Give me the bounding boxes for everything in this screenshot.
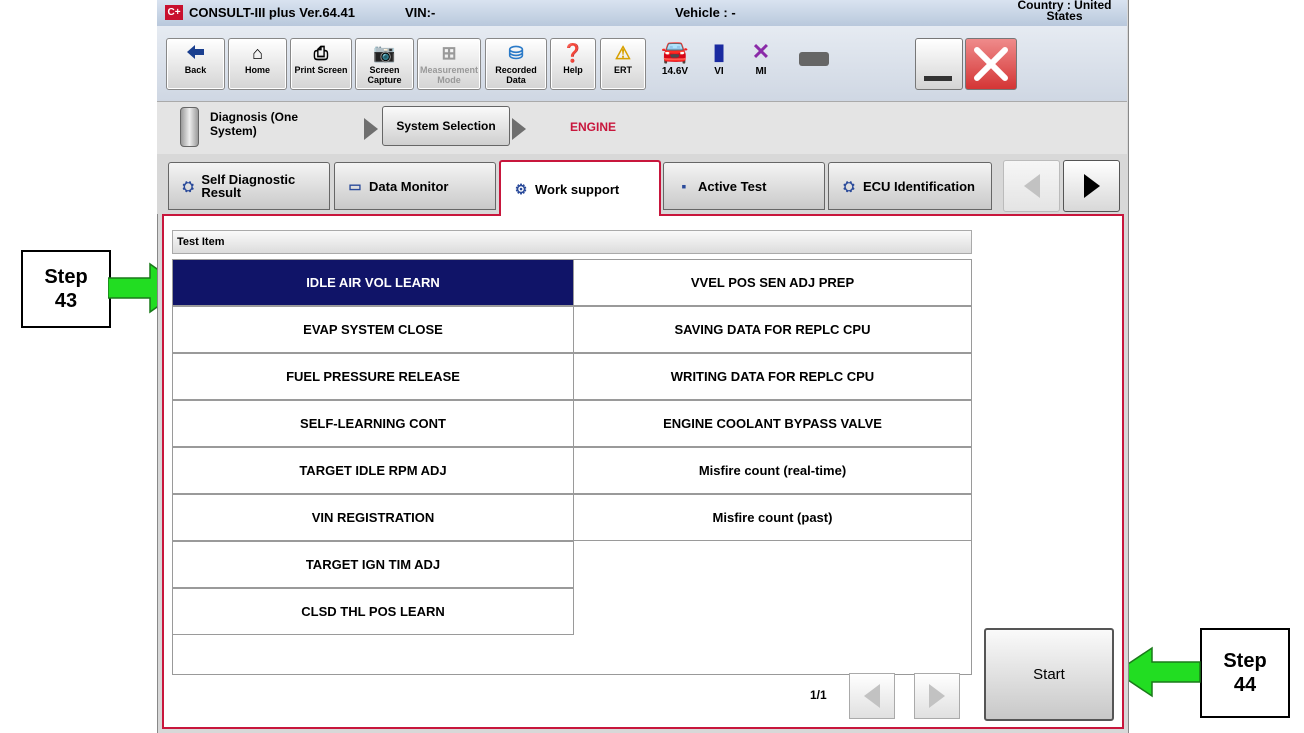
list-item-target-ign-tim-adj[interactable]: TARGET IGN TIM ADJ bbox=[172, 541, 574, 588]
list-item-idle-air-vol-learn[interactable]: IDLE AIR VOL LEARN bbox=[172, 259, 574, 306]
tab-label: ECU Identification bbox=[863, 178, 975, 194]
close-icon bbox=[974, 47, 1008, 81]
list-item-vin-registration[interactable]: VIN REGISTRATION bbox=[172, 494, 574, 541]
breadcrumb-arrow-icon bbox=[512, 118, 526, 140]
list-item-misfire-count-past[interactable]: Misfire count (past) bbox=[573, 494, 972, 541]
step-44-callout: Step 44 bbox=[1200, 628, 1290, 718]
vi-icon: ▮ bbox=[712, 39, 726, 64]
consult-logo: C+ bbox=[165, 5, 183, 20]
recorded-data-button[interactable]: ⛁ Recorded Data bbox=[485, 38, 547, 90]
tab-work-support[interactable]: ⚙ Work support bbox=[499, 160, 661, 216]
list-item-engine-coolant-bypass-valve[interactable]: ENGINE COOLANT BYPASS VALVE bbox=[573, 400, 972, 447]
measurement-mode-label: Measurement Mode bbox=[419, 65, 479, 85]
tab-label: Data Monitor bbox=[369, 178, 449, 194]
page-indicator: 1/1 bbox=[810, 688, 827, 702]
right-arrow-icon bbox=[929, 684, 945, 708]
measurement-mode-button[interactable]: ⊞ Measurement Mode bbox=[417, 38, 481, 90]
list-item-fuel-pressure-release[interactable]: FUEL PRESSURE RELEASE bbox=[172, 353, 574, 400]
ecu-identification-icon: ⛭ bbox=[843, 177, 855, 194]
vi-status: ▮ VI bbox=[697, 36, 741, 88]
breadcrumb-current: ENGINE bbox=[570, 120, 617, 134]
car-icon: 🚘 bbox=[661, 39, 689, 64]
battery-voltage: 14.6V bbox=[661, 66, 689, 77]
list-item-clsd-thl-pos-learn[interactable]: CLSD THL POS LEARN bbox=[172, 588, 574, 635]
home-label: Home bbox=[244, 65, 270, 75]
tab-scroll-right-button[interactable] bbox=[1063, 160, 1120, 212]
home-button[interactable]: ⌂ Home bbox=[228, 38, 287, 90]
measurement-icon: ⊞ bbox=[441, 43, 457, 63]
step-44-number: 44 bbox=[1233, 674, 1257, 696]
diagnosis-device-icon bbox=[180, 107, 199, 147]
breadcrumb-arrow-icon bbox=[364, 118, 378, 140]
step-44-word: Step bbox=[1223, 650, 1267, 672]
back-button[interactable]: Back bbox=[166, 38, 225, 90]
page-next-button[interactable] bbox=[914, 673, 960, 719]
help-label: Help bbox=[563, 65, 583, 75]
tab-scroll-left-button[interactable] bbox=[1003, 160, 1060, 212]
list-item-evap-system-close[interactable]: EVAP SYSTEM CLOSE bbox=[172, 306, 574, 353]
title-bar: C+ CONSULT-III plus Ver.64.41 VIN:- Vehi… bbox=[157, 0, 1127, 26]
ert-label: ERT bbox=[614, 65, 632, 75]
right-arrow-icon bbox=[1083, 174, 1100, 198]
step-43-callout: Step 43 bbox=[21, 250, 111, 328]
data-monitor-icon: ▭ bbox=[348, 177, 362, 194]
list-item-saving-data-for-replc-cpu[interactable]: SAVING DATA FOR REPLC CPU bbox=[573, 306, 972, 353]
home-icon: ⌂ bbox=[252, 43, 263, 63]
tab-data-monitor[interactable]: ▭ Data Monitor bbox=[334, 162, 496, 210]
back-arrow-icon bbox=[167, 39, 224, 65]
tab-self-diagnostic-result[interactable]: ⛭ Self Diagnostic Result bbox=[168, 162, 330, 210]
work-support-icon: ⚙ bbox=[514, 180, 528, 197]
list-item-misfire-count-real-time[interactable]: Misfire count (real-time) bbox=[573, 447, 972, 494]
system-selection-button[interactable]: System Selection bbox=[382, 106, 510, 146]
mi-x-icon: ✕ bbox=[751, 39, 771, 64]
left-arrow-icon bbox=[864, 684, 880, 708]
list-item-vvel-pos-sen-adj-prep[interactable]: VVEL POS SEN ADJ PREP bbox=[573, 259, 972, 306]
tab-label: Active Test bbox=[698, 178, 767, 194]
breadcrumb-diagnosis[interactable]: Diagnosis (One System) bbox=[210, 110, 320, 138]
minimize-icon bbox=[924, 76, 952, 81]
battery-icon bbox=[799, 52, 829, 66]
country-label: Country : United States bbox=[1017, 0, 1112, 23]
help-icon: ❓ bbox=[561, 43, 585, 63]
recorded-data-icon: ⛁ bbox=[508, 43, 524, 63]
toolbar: Back ⌂ Home ⎙ Print Screen 📷 Screen Capt… bbox=[157, 26, 1127, 101]
tab-ecu-identification[interactable]: ⛭ ECU Identification bbox=[828, 162, 992, 210]
tab-label: Self Diagnostic Result bbox=[201, 172, 296, 200]
recorded-data-label: Recorded Data bbox=[495, 65, 537, 85]
ert-button[interactable]: ⚠ ERT bbox=[600, 38, 646, 90]
mi-label: MI bbox=[755, 66, 767, 77]
print-screen-button[interactable]: ⎙ Print Screen bbox=[290, 38, 352, 90]
step-43-number: 43 bbox=[54, 290, 78, 312]
printer-icon: ⎙ bbox=[313, 43, 329, 63]
tab-active-test[interactable]: ▪ Active Test bbox=[663, 162, 825, 210]
warning-icon: ⚠ bbox=[614, 43, 632, 63]
page-prev-button[interactable] bbox=[849, 673, 895, 719]
print-screen-label: Print Screen bbox=[294, 65, 348, 75]
vi-label: VI bbox=[714, 66, 724, 77]
vehicle-label: Vehicle : - bbox=[675, 5, 736, 20]
tab-label: Work support bbox=[535, 181, 620, 197]
vin-label: VIN:- bbox=[405, 5, 436, 20]
mi-status: ✕ MI bbox=[739, 36, 783, 88]
step-43-word: Step bbox=[44, 266, 88, 288]
screen-capture-label: Screen Capture bbox=[367, 65, 402, 85]
app-title: CONSULT-III plus Ver.64.41 bbox=[189, 5, 355, 20]
close-button[interactable] bbox=[965, 38, 1017, 90]
list-item-target-idle-rpm-adj[interactable]: TARGET IDLE RPM ADJ bbox=[172, 447, 574, 494]
battery-status: 🚘 14.6V bbox=[653, 36, 697, 88]
help-button[interactable]: ❓ Help bbox=[550, 38, 596, 90]
start-button[interactable]: Start bbox=[984, 628, 1114, 721]
minimize-button[interactable] bbox=[915, 38, 963, 90]
left-arrow-icon bbox=[1023, 174, 1040, 198]
active-test-icon: ▪ bbox=[681, 178, 687, 194]
screen-capture-button[interactable]: 📷 Screen Capture bbox=[355, 38, 414, 90]
list-item-writing-data-for-replc-cpu[interactable]: WRITING DATA FOR REPLC CPU bbox=[573, 353, 972, 400]
camera-icon: 📷 bbox=[373, 43, 396, 63]
list-item-self-learning-cont[interactable]: SELF-LEARNING CONT bbox=[172, 400, 574, 447]
self-diagnostic-icon: ⛭ bbox=[182, 177, 194, 194]
back-label: Back bbox=[184, 65, 207, 75]
list-header: Test Item bbox=[172, 230, 972, 254]
